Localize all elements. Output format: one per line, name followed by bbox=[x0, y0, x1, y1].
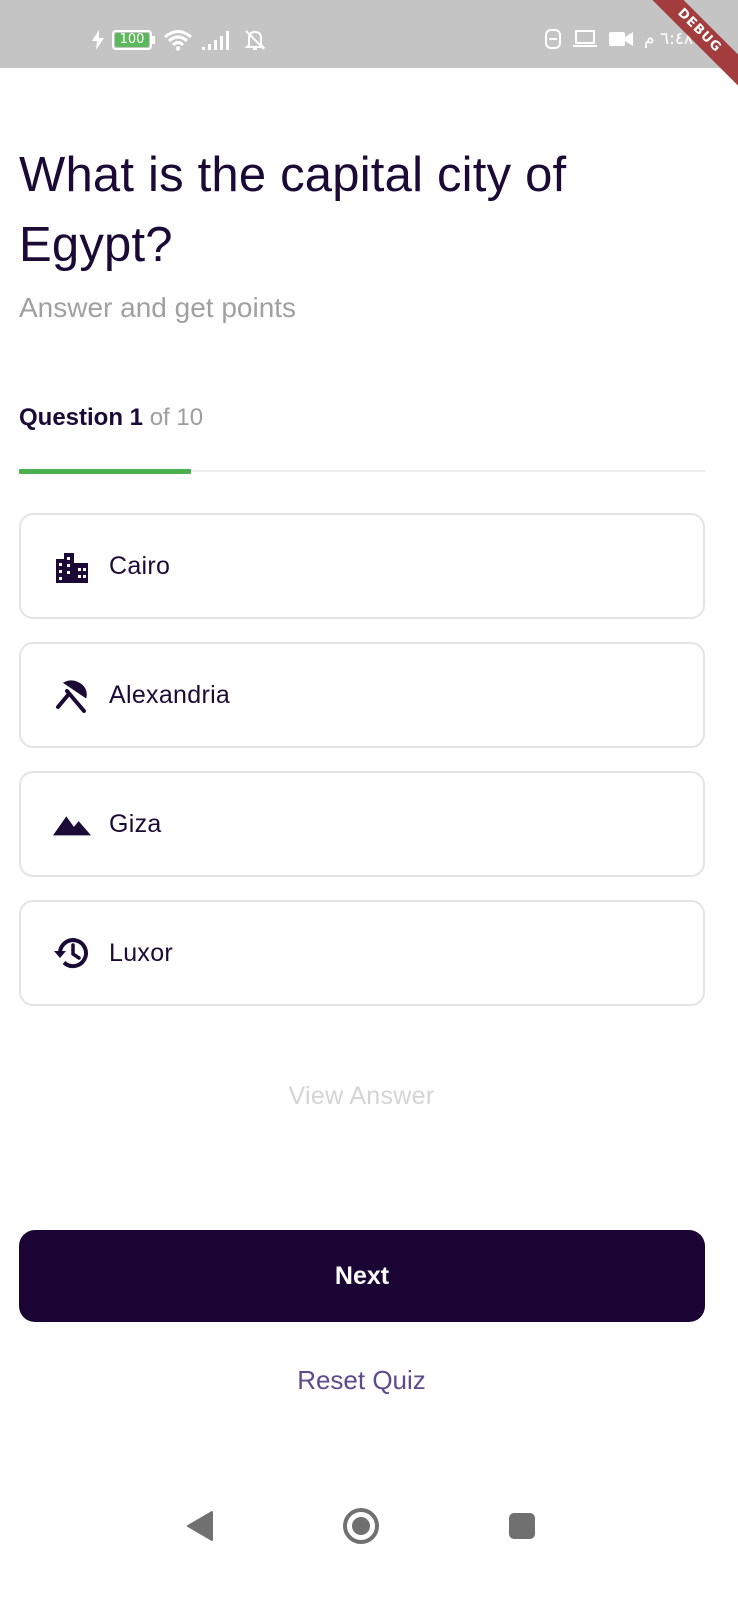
counter-current: Question 1 bbox=[19, 404, 144, 431]
progress-fill bbox=[19, 469, 191, 474]
question-counter: Question 1 of 10 bbox=[19, 404, 203, 432]
view-answer-button[interactable]: View Answer bbox=[0, 1082, 723, 1111]
charging-icon bbox=[92, 30, 104, 50]
progress-bar bbox=[19, 469, 705, 474]
mountains-icon bbox=[53, 805, 91, 843]
video-icon bbox=[609, 32, 633, 46]
option-giza[interactable]: Giza bbox=[19, 771, 705, 877]
sim-icon bbox=[545, 29, 561, 49]
option-luxor[interactable]: Luxor bbox=[19, 900, 705, 1006]
battery-icon: 100 bbox=[112, 30, 155, 50]
home-icon bbox=[343, 1508, 379, 1544]
reset-quiz-button[interactable]: Reset Quiz bbox=[0, 1365, 723, 1396]
option-label: Giza bbox=[109, 809, 162, 838]
question-title: What is the capital city of Egypt? bbox=[19, 148, 567, 272]
option-cairo[interactable]: Cairo bbox=[19, 513, 705, 619]
back-icon bbox=[187, 1511, 213, 1541]
status-left: 100 bbox=[92, 28, 267, 52]
counter-total: of 10 bbox=[149, 404, 204, 431]
question-subtitle: Answer and get points bbox=[19, 292, 297, 323]
bell-off-icon bbox=[244, 30, 266, 50]
option-label: Luxor bbox=[109, 938, 174, 967]
next-button[interactable]: Next bbox=[19, 1230, 705, 1322]
recents-button[interactable] bbox=[500, 1504, 544, 1548]
history-icon bbox=[53, 934, 91, 972]
city-icon bbox=[53, 547, 91, 585]
status-right: ٦:٤٨ م bbox=[544, 28, 693, 50]
beach-umbrella-icon bbox=[53, 676, 91, 714]
status-bar: 100 ٦:٤٨ م DEBUG bbox=[0, 0, 738, 99]
option-label: Cairo bbox=[109, 551, 171, 580]
option-label: Alexandria bbox=[109, 680, 231, 709]
back-button[interactable] bbox=[178, 1504, 222, 1548]
option-alexandria[interactable]: Alexandria bbox=[19, 642, 705, 748]
system-nav-bar bbox=[0, 1490, 738, 1560]
laptop-icon bbox=[573, 30, 597, 47]
signal-icon bbox=[202, 31, 229, 50]
home-button[interactable] bbox=[339, 1504, 383, 1548]
recents-icon bbox=[509, 1513, 535, 1539]
wifi-icon bbox=[164, 30, 192, 51]
battery-level: 100 bbox=[115, 33, 149, 47]
